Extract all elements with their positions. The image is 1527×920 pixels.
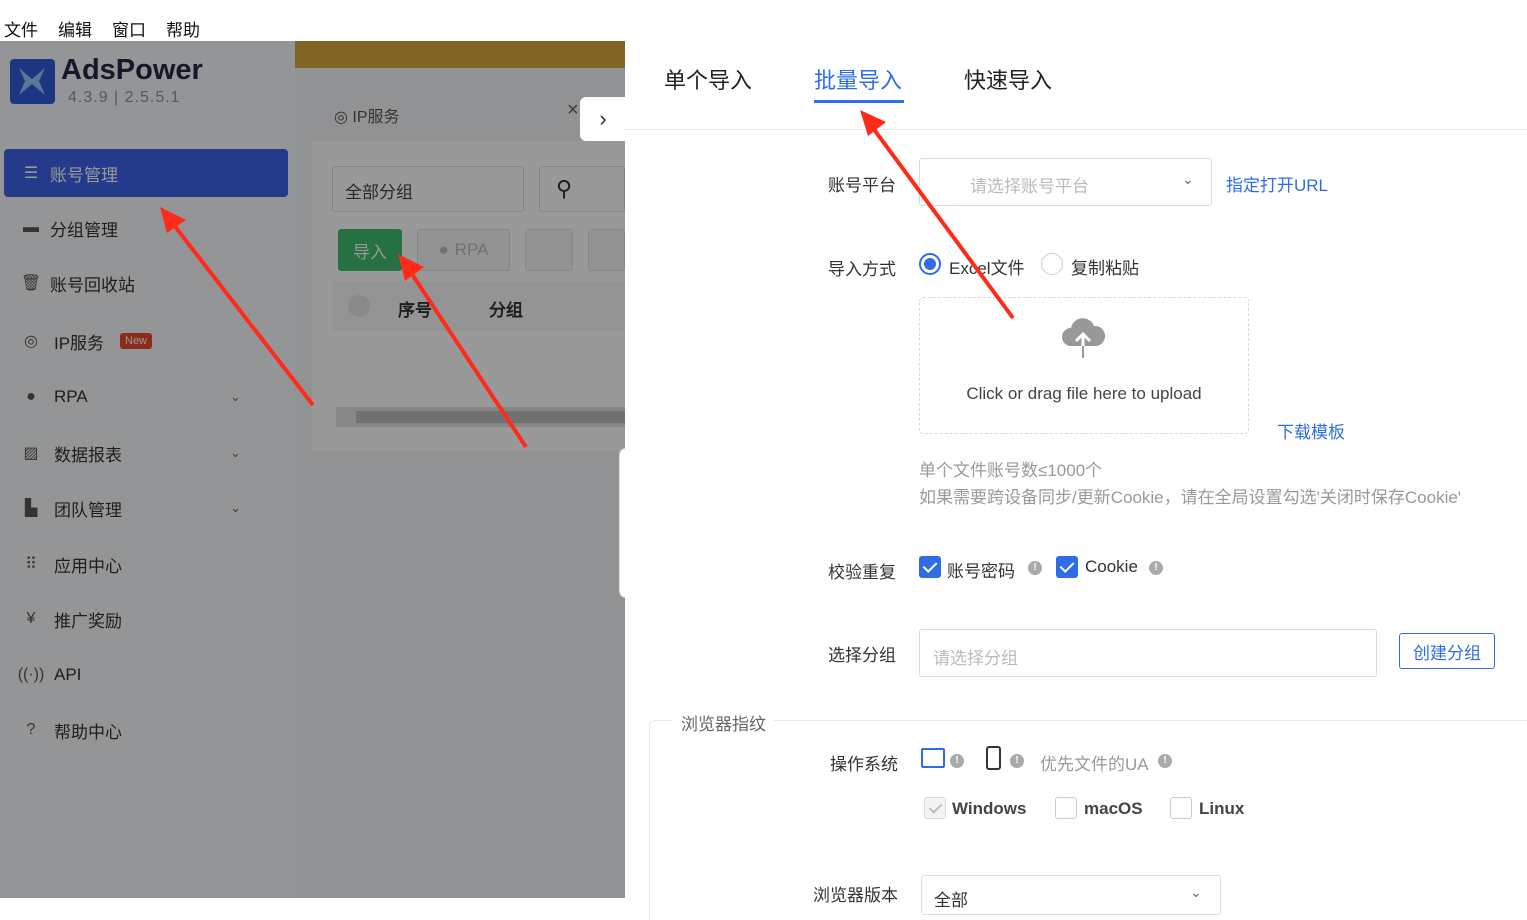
- menu-file[interactable]: 文件: [4, 16, 38, 41]
- excel-radio[interactable]: [919, 253, 941, 275]
- paste-radio[interactable]: [1041, 253, 1063, 275]
- browser-version-label: 浏览器版本: [813, 886, 898, 905]
- group-select[interactable]: 请选择分组: [919, 629, 1377, 677]
- verify-password-label: 账号密码: [947, 562, 1015, 581]
- menu-bar: 文件 编辑 窗口 帮助: [0, 0, 1527, 41]
- info-icon[interactable]: !: [1010, 754, 1024, 768]
- download-template-link[interactable]: 下载模板: [1277, 418, 1345, 443]
- linux-checkbox[interactable]: [1170, 797, 1192, 819]
- info-icon[interactable]: !: [950, 754, 964, 768]
- cookie-sync-hint: 如果需要跨设备同步/更新Cookie，请在全局设置勾选'关闭时保存Cookie': [919, 488, 1462, 507]
- upload-cloud-icon: [1062, 318, 1106, 358]
- fingerprint-section-title: 浏览器指纹: [673, 710, 774, 735]
- linux-label: Linux: [1199, 799, 1245, 818]
- verify-cookie-checkbox[interactable]: [1056, 556, 1078, 578]
- platform-select[interactable]: 请选择账号平台 ⌄: [919, 158, 1212, 206]
- browser-version-select[interactable]: 全部 ⌄: [921, 875, 1221, 915]
- tab-single-import[interactable]: 单个导入: [664, 63, 752, 95]
- macos-label: macOS: [1084, 799, 1143, 818]
- import-tabs: 单个导入 批量导入 快速导入: [625, 41, 1527, 130]
- menu-edit[interactable]: 编辑: [58, 16, 92, 41]
- tab-batch-import[interactable]: 批量导入: [814, 63, 902, 95]
- verify-cookie-label: Cookie: [1085, 557, 1138, 576]
- import-drawer: 单个导入 批量导入 快速导入 账号平台 请选择账号平台 ⌄ 指定打开URL 导入…: [625, 41, 1527, 920]
- desktop-icon[interactable]: [921, 748, 945, 768]
- mobile-icon[interactable]: [986, 746, 1001, 770]
- windows-label: Windows: [952, 799, 1027, 818]
- verify-label: 校验重复: [828, 563, 896, 582]
- tab-quick-import[interactable]: 快速导入: [964, 63, 1052, 95]
- upload-dropzone[interactable]: Click or drag file here to upload: [919, 297, 1249, 434]
- chevron-down-icon: ⌄: [1190, 884, 1202, 900]
- menu-window[interactable]: 窗口: [112, 16, 146, 41]
- prefer-file-ua-option[interactable]: 优先文件的UA: [1040, 750, 1149, 775]
- excel-radio-label: Excel文件: [949, 259, 1025, 278]
- menu-help[interactable]: 帮助: [166, 16, 200, 41]
- info-icon[interactable]: !: [1158, 754, 1172, 768]
- upload-text: Click or drag file here to upload: [966, 384, 1202, 403]
- import-method-label: 导入方式: [828, 260, 896, 279]
- info-icon[interactable]: !: [1149, 561, 1163, 575]
- group-label: 选择分组: [828, 646, 896, 665]
- macos-checkbox[interactable]: [1055, 797, 1077, 819]
- verify-password-checkbox[interactable]: [919, 556, 941, 578]
- file-limit-hint: 单个文件账号数≤1000个: [919, 461, 1103, 480]
- platform-label: 账号平台: [828, 176, 896, 195]
- chevron-down-icon: ⌄: [1182, 171, 1194, 187]
- main-app: AdsPower 4.3.9 | 2.5.5.1 ☰ 账号管理 ▬ 分组管理 🗑…: [0, 41, 625, 898]
- create-group-button[interactable]: 创建分组: [1399, 633, 1495, 669]
- os-label: 操作系统: [830, 755, 898, 774]
- info-icon[interactable]: !: [1028, 561, 1042, 575]
- windows-checkbox[interactable]: [924, 797, 946, 819]
- chevron-right-icon[interactable]: ›: [580, 97, 625, 141]
- modal-overlay[interactable]: [0, 41, 625, 898]
- active-tab-indicator: [814, 100, 904, 103]
- open-url-link[interactable]: 指定打开URL: [1226, 171, 1328, 196]
- paste-radio-label: 复制粘贴: [1071, 259, 1139, 278]
